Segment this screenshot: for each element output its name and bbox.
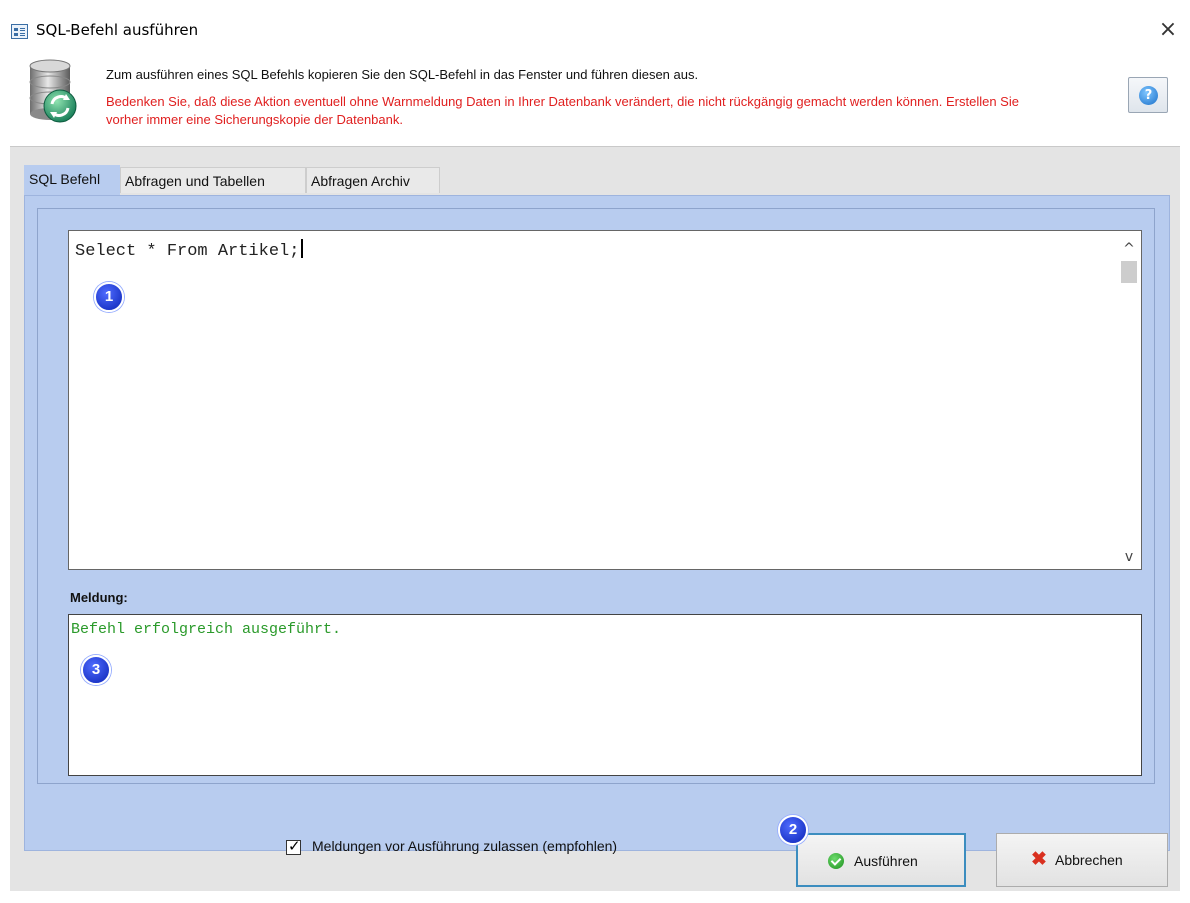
message-box[interactable]: Befehl erfolgreich ausgeführt.	[68, 614, 1142, 776]
help-button[interactable]: ?	[1128, 77, 1168, 113]
database-refresh-icon	[29, 59, 77, 123]
scroll-up-icon[interactable]: ^	[1117, 239, 1141, 259]
title-bar: SQL-Befehl ausführen ×	[0, 0, 1190, 46]
header-panel: Zum ausführen eines SQL Befehls kopieren…	[10, 50, 1180, 146]
message-label: Meldung:	[70, 590, 128, 605]
tab-abfragen-archiv[interactable]: Abfragen Archiv	[306, 167, 440, 193]
cancel-button-label: Abbrechen	[1055, 852, 1123, 868]
info-text: Zum ausführen eines SQL Befehls kopieren…	[106, 67, 699, 82]
tab-abfragen-und-tabellen[interactable]: Abfragen und Tabellen	[120, 167, 306, 193]
tab-sql-befehl[interactable]: SQL Befehl	[24, 165, 120, 196]
annotation-badge-3: 3	[81, 655, 111, 685]
form-window-icon	[11, 24, 28, 39]
cancel-button[interactable]: ✖ Abbrechen	[996, 833, 1168, 887]
cross-icon: ✖	[1031, 849, 1047, 870]
warning-text: Bedenken Sie, daß diese Aktion eventuell…	[106, 94, 1019, 127]
sql-editor[interactable]: Select * From Artikel; ^ v	[68, 230, 1142, 570]
checkmark-icon: ✓	[288, 837, 301, 855]
vertical-scrollbar[interactable]: ^ v	[1117, 231, 1141, 569]
confirm-messages-checkbox[interactable]: ✓	[286, 837, 301, 855]
sql-command: Select * From Artikel;	[75, 242, 300, 261]
sql-text: Select * From Artikel;	[75, 239, 304, 261]
window-title: SQL-Befehl ausführen	[36, 21, 199, 39]
close-button[interactable]: ×	[1154, 16, 1182, 44]
bottom-bar: ✓ Meldungen vor Ausführung zulassen (emp…	[10, 816, 1180, 890]
scroll-thumb[interactable]	[1121, 261, 1137, 283]
annotation-badge-2: 2	[778, 815, 808, 845]
help-icon: ?	[1139, 86, 1158, 105]
scroll-down-icon[interactable]: v	[1117, 547, 1141, 567]
execute-button[interactable]: Ausführen	[796, 833, 966, 887]
check-circle-icon	[828, 853, 844, 869]
message-text: Befehl erfolgreich ausgeführt.	[71, 621, 342, 638]
annotation-badge-1: 1	[94, 282, 124, 312]
text-caret	[301, 239, 304, 258]
confirm-messages-label: Meldungen vor Ausführung zulassen (empfo…	[312, 838, 618, 854]
execute-button-label: Ausführen	[854, 853, 918, 869]
